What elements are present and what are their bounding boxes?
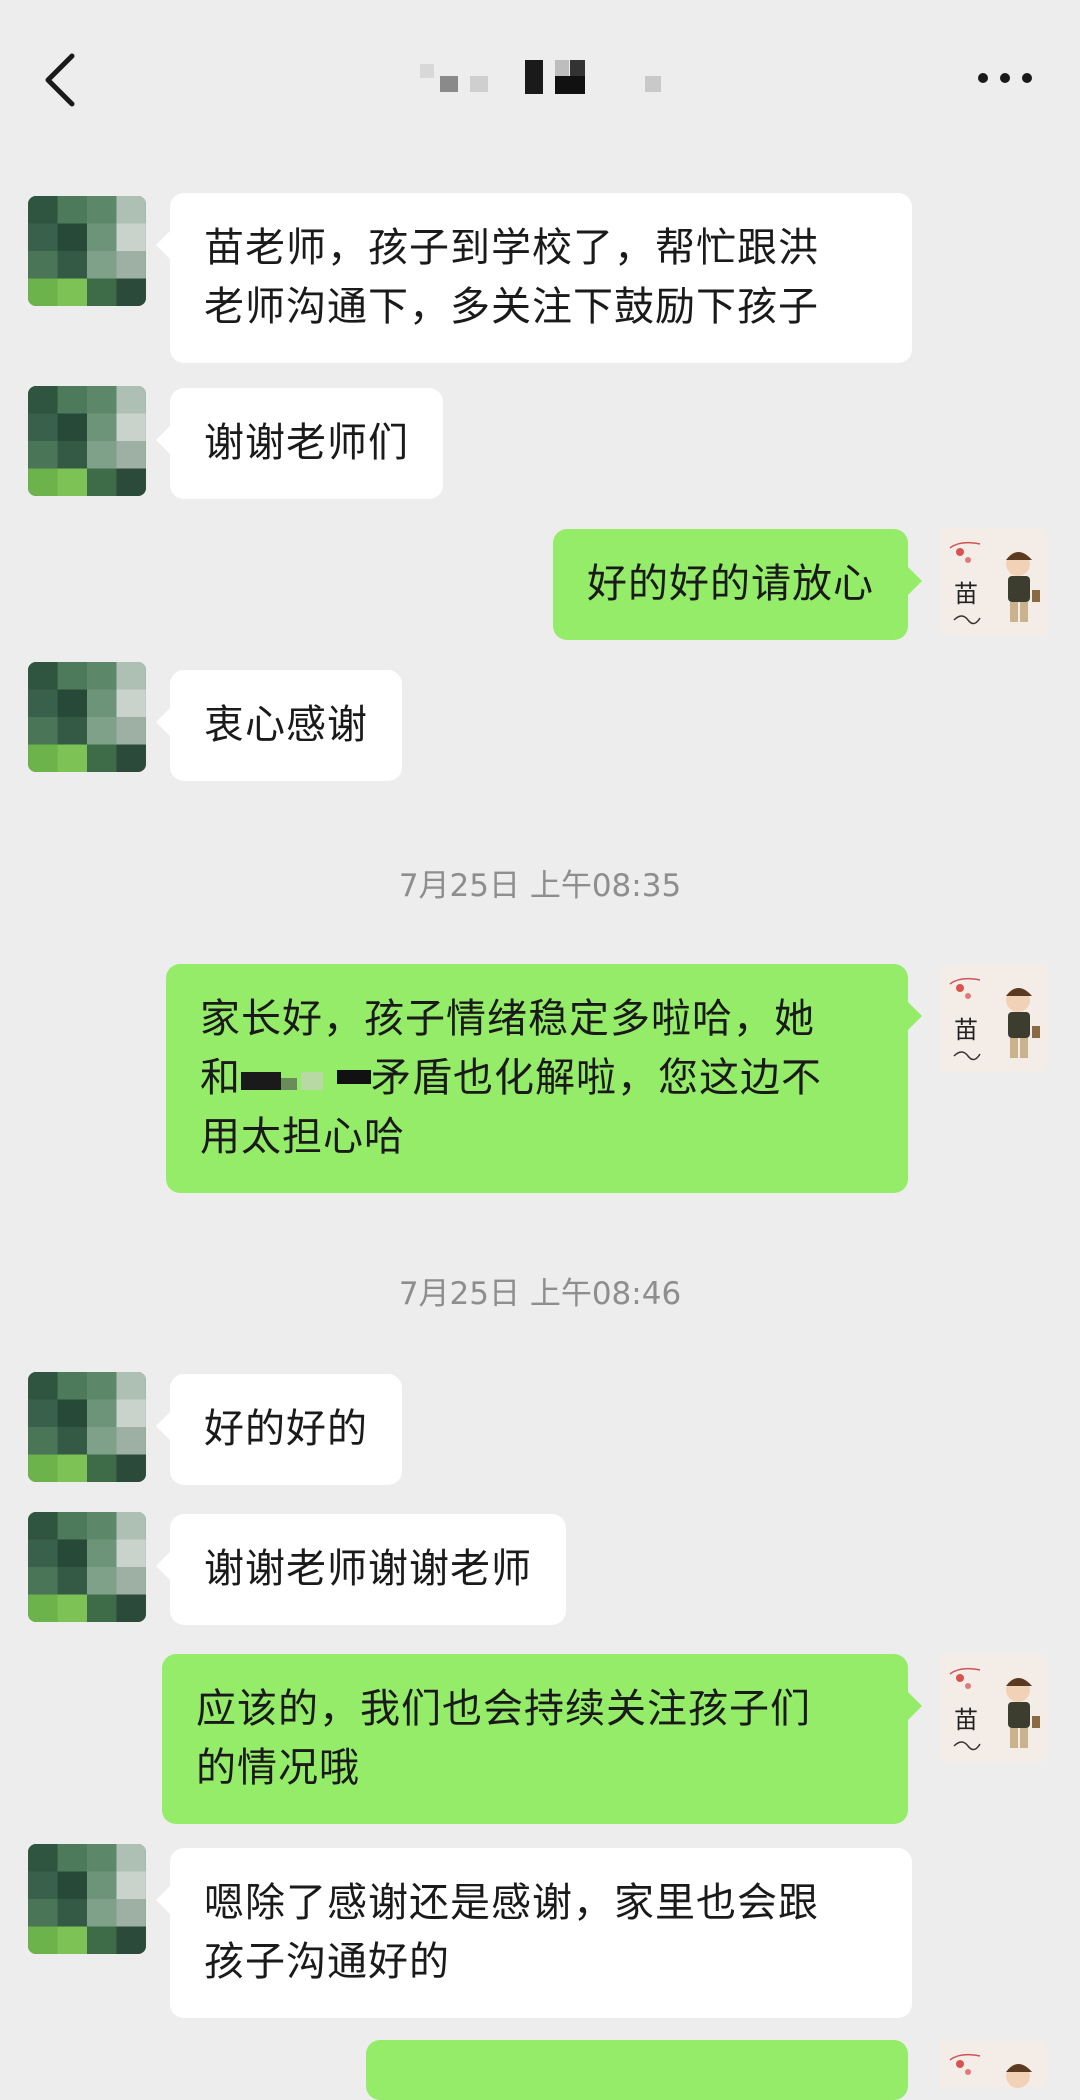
chevron-left-icon[interactable]: [40, 50, 80, 110]
message-bubble-incoming[interactable]: 谢谢老师们: [156, 388, 443, 499]
message-line: 苗老师，孩子到学校了，帮忙跟洪: [204, 225, 819, 271]
avatar-char: 苗: [954, 1016, 978, 1044]
contact-avatar[interactable]: [28, 1844, 146, 1954]
message-bubble-incoming[interactable]: 衷心感谢: [156, 670, 402, 781]
message-text: 谢谢老师们: [204, 420, 409, 466]
contact-avatar[interactable]: [28, 662, 146, 772]
message-bubble-incoming[interactable]: 嗯除了感谢还是感谢，家里也会跟 孩子沟通好的: [156, 1848, 912, 2018]
chat-header: [0, 0, 1080, 160]
message-timestamp: 7月25日 上午08:35: [398, 868, 682, 904]
message-bubble-outgoing[interactable]: 应该的，我们也会持续关注孩子们 的情况哦: [162, 1654, 922, 1824]
message-bubble-outgoing-cutoff[interactable]: [366, 2040, 908, 2100]
redacted-avatar-mosaic: [28, 1844, 146, 1954]
redacted-chat-title: [420, 60, 661, 94]
message-text: 衷心感谢: [204, 702, 368, 748]
avatar-char: 苗: [954, 1706, 978, 1734]
message-prefix: 和: [200, 1055, 241, 1101]
message-line: 嗯除了感谢还是感谢，家里也会跟: [204, 1880, 819, 1926]
message-text: 好的好的请放心: [587, 561, 874, 607]
redacted-avatar-mosaic: [28, 386, 146, 496]
redacted-name-mosaic: [241, 1070, 371, 1090]
message-timestamp: 7月25日 上午08:46: [398, 1276, 682, 1312]
cartoon-boy-avatar-icon: [940, 2040, 1048, 2088]
more-dots-icon[interactable]: [975, 68, 1035, 88]
message-line: 孩子沟通好的: [204, 1939, 450, 1985]
message-bubble-outgoing[interactable]: 家长好，孩子情绪稳定多啦哈，她 和 矛盾也化解啦，您这边不 用太担心哈: [166, 964, 922, 1193]
my-avatar[interactable]: 苗: [940, 528, 1048, 636]
contact-avatar[interactable]: [28, 1372, 146, 1482]
my-avatar[interactable]: [940, 2040, 1048, 2088]
contact-avatar[interactable]: [28, 1512, 146, 1622]
message-bubble-incoming[interactable]: 苗老师，孩子到学校了，帮忙跟洪 老师沟通下，多关注下鼓励下孩子: [156, 193, 912, 363]
my-avatar[interactable]: 苗: [940, 964, 1048, 1072]
message-line: 应该的，我们也会持续关注孩子们: [196, 1686, 811, 1732]
message-line-redacted: 和 矛盾也化解啦，您这边不: [200, 1049, 874, 1108]
message-bubble-incoming[interactable]: 好的好的: [156, 1374, 402, 1485]
redacted-avatar-mosaic: [28, 196, 146, 306]
message-text: 谢谢老师谢谢老师: [204, 1546, 532, 1592]
message-line: 的情况哦: [196, 1745, 360, 1791]
avatar-char: 苗: [954, 580, 978, 608]
my-avatar[interactable]: 苗: [940, 1654, 1048, 1762]
message-line: 老师沟通下，多关注下鼓励下孩子: [204, 284, 819, 330]
message-bubble-outgoing[interactable]: 好的好的请放心: [553, 529, 922, 640]
message-text: 好的好的: [204, 1406, 368, 1452]
contact-avatar[interactable]: [28, 386, 146, 496]
redacted-avatar-mosaic: [28, 662, 146, 772]
message-line: 矛盾也化解啦，您这边不: [371, 1055, 822, 1101]
redacted-avatar-mosaic: [28, 1372, 146, 1482]
message-line: 家长好，孩子情绪稳定多啦哈，她: [200, 996, 815, 1042]
message-line: 用太担心哈: [200, 1114, 405, 1160]
message-bubble-incoming[interactable]: 谢谢老师谢谢老师: [156, 1514, 566, 1625]
contact-avatar[interactable]: [28, 196, 146, 306]
redacted-avatar-mosaic: [28, 1512, 146, 1622]
